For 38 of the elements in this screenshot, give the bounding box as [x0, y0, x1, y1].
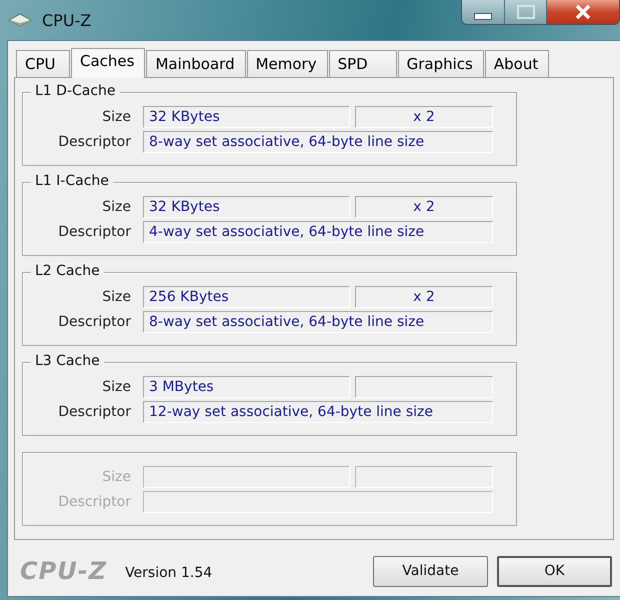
field-label: Descriptor	[57, 494, 131, 510]
descriptor-field: 4-way set associative, 64-byte line size	[143, 221, 493, 243]
tab[interactable]: Graphics	[398, 50, 484, 77]
tab[interactable]: Mainboard	[146, 50, 246, 77]
field-label: Size	[101, 199, 131, 215]
tab[interactable]: Memory	[246, 50, 328, 77]
size-field: 256 KBytes	[143, 286, 350, 308]
field-label: Size	[101, 109, 131, 125]
window-title: CPU-Z	[42, 10, 92, 30]
count-field: x 2	[355, 106, 493, 128]
close-button[interactable]	[546, 0, 619, 24]
tab[interactable]: SPD	[328, 50, 397, 77]
logo-text: CPU-Z	[20, 557, 108, 585]
minimize-button[interactable]	[462, 0, 504, 24]
maximize-button[interactable]	[504, 0, 546, 24]
descriptor-field: 8-way set associative, 64-byte line size	[143, 311, 493, 333]
field-label: Descriptor	[57, 134, 131, 150]
validate-button[interactable]: Validate	[373, 556, 488, 586]
count-field: x 2	[355, 196, 493, 218]
descriptor-field: 8-way set associative, 64-byte line size	[143, 131, 493, 153]
field-label: Descriptor	[57, 404, 131, 420]
descriptor-field: 12-way set associative, 64-byte line size	[143, 401, 493, 423]
size-field: 32 KBytes	[143, 106, 350, 128]
field-label: Size	[101, 379, 131, 395]
close-icon	[575, 5, 591, 19]
diamond-icon	[8, 13, 32, 27]
field-label: Descriptor	[57, 224, 131, 240]
size-field: 3 MBytes	[143, 376, 350, 398]
count-field: x 2	[355, 286, 493, 308]
size-field: 32 KBytes	[143, 196, 350, 218]
version-text: Version 1.54	[125, 565, 212, 581]
field-label: Size	[101, 289, 131, 305]
tab[interactable]: About	[484, 50, 550, 77]
ok-button[interactable]: OK	[497, 556, 612, 586]
tab[interactable]: CPU	[16, 50, 70, 77]
tab[interactable]: Caches	[71, 48, 146, 78]
field-label: Descriptor	[57, 314, 131, 330]
field-label: Size	[101, 469, 131, 485]
